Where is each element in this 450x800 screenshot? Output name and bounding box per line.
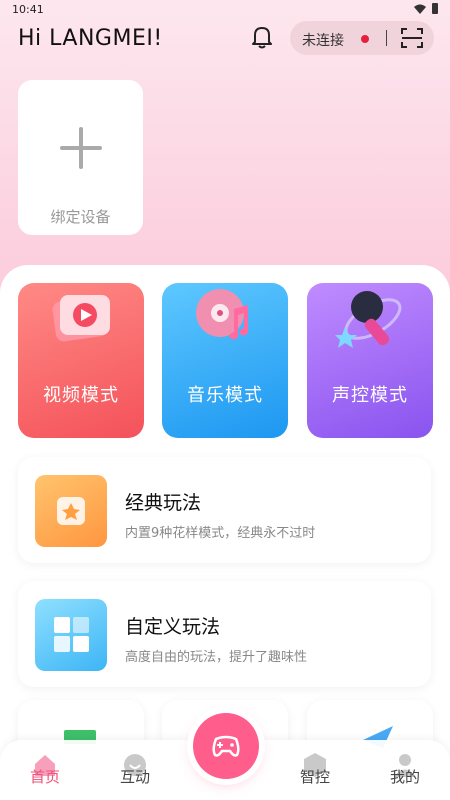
mode-label-video: 视频模式 [43,385,119,406]
music-disc-icon [196,289,248,340]
tab-profile[interactable]: 我的 [370,740,440,800]
card-description: 内置9种花样模式，经典永不过时 [125,526,316,541]
video-play-icon [52,295,110,342]
status-bar: 10:41 [0,0,450,20]
tab-ai[interactable]: 智控 [280,740,350,800]
tab-label: 互动 [119,768,150,786]
card-title: 自定义玩法 [125,616,221,638]
status-dot [361,35,369,43]
tab-label: 首页 [29,768,60,786]
bind-device-label: 绑定设备 [50,208,111,226]
mode-card-voice[interactable]: 声控模式 [307,283,433,438]
system-icons [414,3,438,14]
tab-home[interactable]: 首页 [10,740,80,800]
status-time: 10:41 [12,3,44,16]
mode-label-music: 音乐模式 [187,385,263,406]
grid-tile-icon [35,599,107,671]
greeting-title: Hi LANGMEI! [18,26,163,51]
center-game-button[interactable] [193,713,259,779]
classic-play-card[interactable]: 经典玩法 内置9种花样模式，经典永不过时 [18,457,431,563]
battery-icon [432,3,438,14]
app-header: Hi LANGMEI! 未连接 [0,20,450,60]
gamepad-icon [212,735,240,757]
tab-label: 我的 [389,768,420,786]
card-description: 高度自由的玩法，提升了趣味性 [125,650,308,665]
wifi-icon [414,4,426,14]
microphone-icon [335,291,402,348]
plus-icon-vertical [79,127,83,169]
mode-card-music[interactable]: 音乐模式 [162,283,288,438]
card-title: 经典玩法 [125,492,202,514]
mode-card-video[interactable]: 视频模式 [18,283,144,438]
connection-status-pill[interactable]: 未连接 [290,21,434,55]
star-tile-icon [35,475,107,547]
scan-icon[interactable] [400,26,424,50]
divider [386,30,387,46]
bind-device-card[interactable]: 绑定设备 [18,80,143,235]
custom-play-card[interactable]: 自定义玩法 高度自由的玩法，提升了趣味性 [18,581,431,687]
connection-status-text: 未连接 [302,33,344,49]
bell-icon[interactable] [248,23,276,51]
tab-label: 智控 [299,768,330,786]
tab-interact[interactable]: 互动 [100,740,170,800]
mode-label-voice: 声控模式 [332,385,408,406]
